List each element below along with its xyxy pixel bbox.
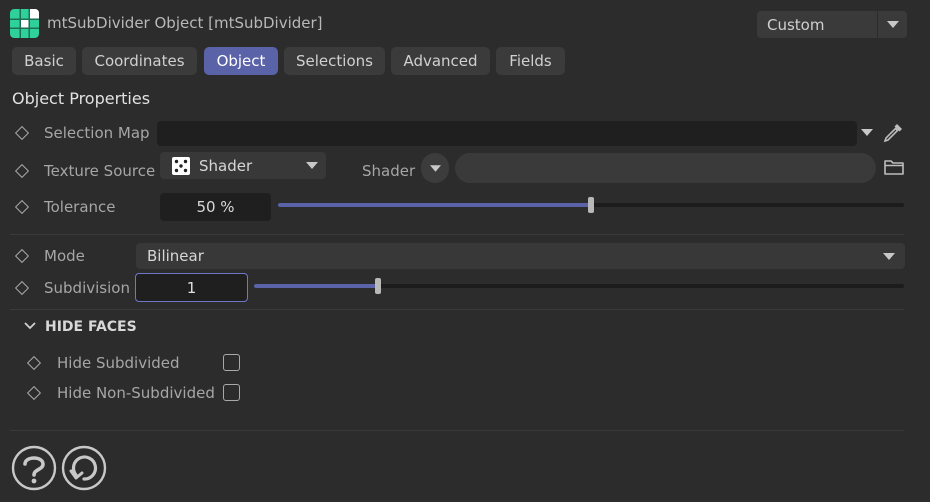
dice-icon bbox=[172, 156, 190, 175]
shader-menu-button[interactable] bbox=[421, 153, 449, 183]
section-title: Object Properties bbox=[12, 89, 151, 108]
subdivision-label: Subdivision bbox=[44, 279, 130, 297]
chevron-down-icon[interactable] bbox=[878, 11, 907, 38]
subdivision-slider-fill bbox=[254, 284, 378, 288]
mtsubdivider-logo-icon bbox=[10, 9, 39, 38]
chevron-down-icon bbox=[429, 164, 441, 172]
tolerance-label: Tolerance bbox=[44, 198, 116, 216]
chevron-down-icon bbox=[306, 162, 318, 169]
subdivision-input[interactable]: 1 bbox=[135, 273, 248, 302]
selection-map-label: Selection Map bbox=[44, 124, 150, 142]
folder-icon[interactable] bbox=[884, 159, 904, 175]
keyframe-diamond-icon[interactable] bbox=[14, 125, 30, 141]
chevron-down-icon[interactable] bbox=[24, 322, 36, 330]
help-icon[interactable] bbox=[11, 445, 57, 491]
preset-value: Custom bbox=[767, 15, 825, 34]
shader-field[interactable] bbox=[455, 153, 876, 183]
preset-dropdown[interactable]: Custom bbox=[757, 11, 907, 38]
hide-non-subdivided-checkbox[interactable] bbox=[223, 384, 240, 401]
eyedropper-icon[interactable] bbox=[882, 122, 904, 144]
tab-coordinates[interactable]: Coordinates bbox=[82, 47, 197, 75]
hide-non-subdivided-label: Hide Non-Subdivided bbox=[57, 384, 215, 402]
chevron-down-icon bbox=[883, 252, 895, 260]
texture-source-label: Texture Source bbox=[44, 162, 156, 180]
tab-selections[interactable]: Selections bbox=[284, 47, 385, 75]
keyframe-diamond-icon[interactable] bbox=[14, 248, 30, 264]
tolerance-input[interactable]: 50 % bbox=[160, 193, 271, 221]
tolerance-slider-fill bbox=[278, 203, 591, 207]
shader-label: Shader bbox=[362, 162, 416, 180]
texture-source-dropdown[interactable]: Shader bbox=[160, 152, 326, 179]
keyframe-diamond-icon[interactable] bbox=[14, 163, 30, 179]
selection-map-field[interactable] bbox=[157, 121, 857, 146]
tab-advanced[interactable]: Advanced bbox=[391, 47, 490, 75]
hide-subdivided-label: Hide Subdivided bbox=[57, 354, 180, 372]
keyframe-diamond-icon[interactable] bbox=[14, 199, 30, 215]
keyframe-diamond-icon[interactable] bbox=[26, 355, 42, 371]
reset-icon[interactable] bbox=[61, 445, 107, 491]
keyframe-diamond-icon[interactable] bbox=[14, 280, 30, 296]
window-title: mtSubDivider Object [mtSubDivider] bbox=[47, 14, 323, 32]
mode-dropdown[interactable]: Bilinear bbox=[136, 243, 905, 269]
tolerance-slider-handle[interactable] bbox=[588, 197, 594, 213]
hide-subdivided-checkbox[interactable] bbox=[223, 354, 240, 371]
hide-faces-header[interactable]: HIDE FACES bbox=[45, 319, 137, 335]
tab-fields[interactable]: Fields bbox=[496, 47, 565, 75]
texture-source-value: Shader bbox=[199, 156, 253, 175]
mode-value: Bilinear bbox=[147, 247, 204, 265]
mode-label: Mode bbox=[44, 247, 85, 265]
tab-object[interactable]: Object bbox=[204, 47, 278, 75]
tab-basic[interactable]: Basic bbox=[12, 47, 76, 75]
subdivision-slider-handle[interactable] bbox=[375, 278, 381, 294]
chevron-down-icon[interactable] bbox=[861, 129, 873, 136]
keyframe-diamond-icon[interactable] bbox=[26, 385, 42, 401]
